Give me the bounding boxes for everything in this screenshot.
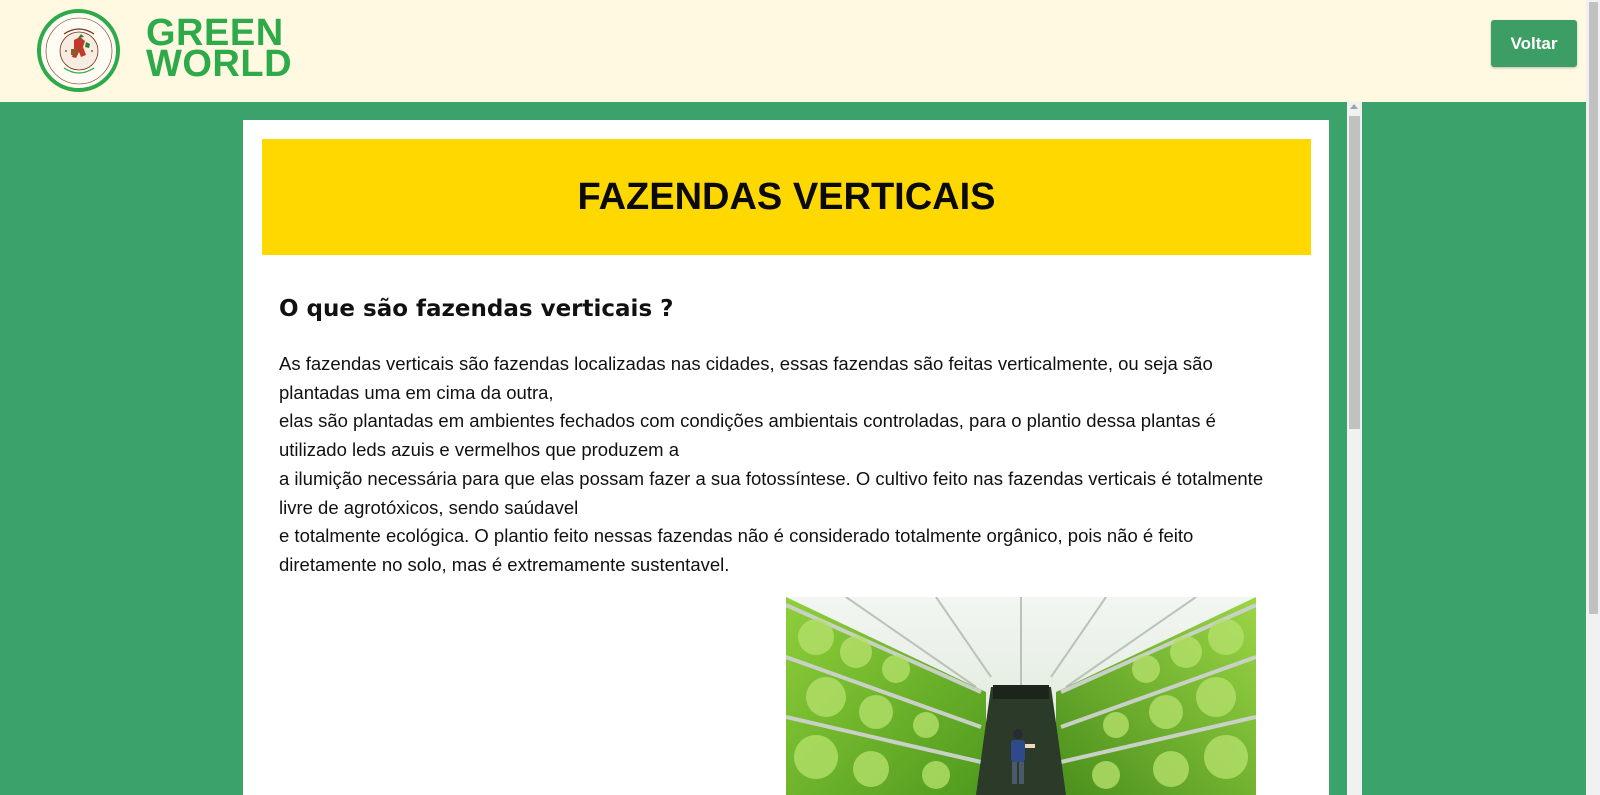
page-title: FAZENDAS VERTICAIS [577, 175, 996, 218]
scroll-up-arrow-icon[interactable] [1350, 104, 1358, 109]
content-scrollbar-thumb[interactable] [1349, 116, 1360, 429]
site-header: GREEN WORLD Voltar [0, 0, 1586, 102]
paragraph-line: As fazendas verticais são fazendas local… [279, 353, 1213, 403]
page-scrollbar-thumb[interactable] [1589, 2, 1598, 614]
paragraph-line: elas são plantadas em ambientes fechados… [279, 410, 1216, 461]
paragraph-line: a ilumição necessária para que elas poss… [279, 467, 1264, 518]
back-button[interactable]: Voltar [1491, 20, 1577, 67]
vertical-farm-image [786, 597, 1256, 795]
brand-wordmark[interactable]: GREEN WORLD [146, 14, 293, 85]
logo-icon [45, 17, 112, 84]
title-banner: FAZENDAS VERTICAIS [262, 139, 1311, 255]
vertical-farm-photo [786, 597, 1256, 795]
logo-badge[interactable] [37, 9, 120, 92]
section-heading: O que são fazendas verticais ? [279, 296, 674, 322]
brand-line-2: WORLD [146, 43, 293, 85]
paragraph-line: e totalmente ecológica. O plantio feito … [279, 525, 1194, 575]
article-body: As fazendas verticais são fazendas local… [279, 350, 1279, 580]
